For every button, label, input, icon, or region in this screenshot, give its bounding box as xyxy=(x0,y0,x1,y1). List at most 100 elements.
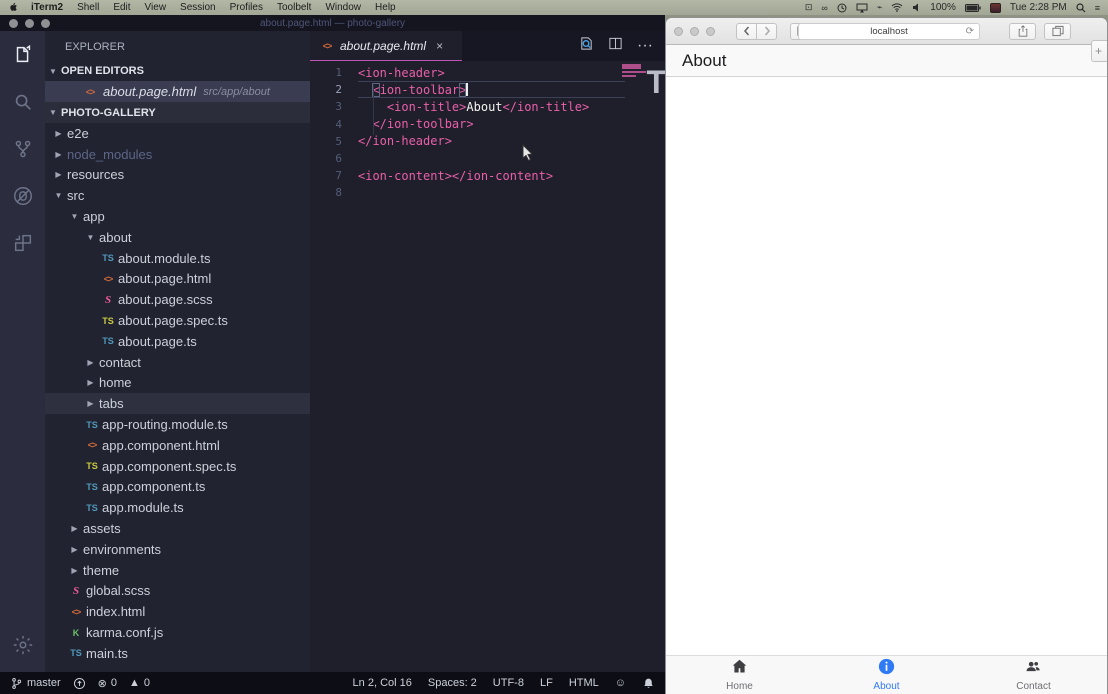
open-editor-item[interactable]: <> about.page.html src/app/about xyxy=(45,81,310,102)
wifi-icon[interactable] xyxy=(891,3,903,12)
tree-item-label: app.component.spec.ts xyxy=(102,459,236,474)
file-about.page.spec.ts[interactable]: TSabout.page.spec.ts xyxy=(45,310,310,331)
new-tab-button[interactable]: + xyxy=(1091,40,1108,62)
folder-theme[interactable]: ▶theme xyxy=(45,560,310,581)
file-global.scss[interactable]: Sglobal.scss xyxy=(45,581,310,602)
battery-icon[interactable] xyxy=(965,4,981,12)
encoding[interactable]: UTF-8 xyxy=(493,677,524,689)
close-window-button[interactable] xyxy=(674,27,683,36)
zoom-window-button[interactable] xyxy=(706,27,715,36)
eol-sequence[interactable]: LF xyxy=(540,677,553,689)
file-main.ts[interactable]: TSmain.ts xyxy=(45,643,310,664)
file-app.component.html[interactable]: <>app.component.html xyxy=(45,435,310,456)
code-line-4[interactable]: 4 </ion-toolbar> xyxy=(310,116,665,133)
menu-window[interactable]: Window xyxy=(325,2,361,13)
cursor-position[interactable]: Ln 2, Col 16 xyxy=(353,677,412,689)
menu-profiles[interactable]: Profiles xyxy=(230,2,263,13)
folder-app[interactable]: ▼app xyxy=(45,206,310,227)
code-line-1[interactable]: 1<ion-header> xyxy=(310,64,665,81)
file-index.html[interactable]: <>index.html xyxy=(45,601,310,622)
file-app.component.ts[interactable]: TSapp.component.ts xyxy=(45,477,310,498)
file-about.page.scss[interactable]: Sabout.page.scss xyxy=(45,289,310,310)
tab-home[interactable]: Home xyxy=(695,658,785,692)
file-karma.conf.js[interactable]: Kkarma.conf.js xyxy=(45,622,310,643)
git-branch-indicator[interactable]: master xyxy=(10,677,61,690)
line-number: 2 xyxy=(310,83,342,96)
binoculars-icon[interactable]: ∞ xyxy=(821,3,827,13)
menu-toolbelt[interactable]: Toolbelt xyxy=(277,2,311,13)
explorer-icon[interactable] xyxy=(0,31,45,78)
project-section-header[interactable]: ▼ PHOTO-GALLERY xyxy=(45,102,310,123)
folder-node_modules[interactable]: ▶node_modules xyxy=(45,144,310,165)
code-line-3[interactable]: 3 <ion-title>About</ion-title> xyxy=(310,98,665,115)
screen-record-icon[interactable]: ⊡ xyxy=(805,2,813,13)
feedback-smiley-icon[interactable]: ☺ xyxy=(615,677,626,689)
language-mode[interactable]: HTML xyxy=(569,677,599,689)
code-area[interactable]: 1<ion-header>2 <ion-toolbar>3 <ion-title… xyxy=(310,61,665,672)
publish-icon[interactable] xyxy=(73,677,86,690)
menu-view[interactable]: View xyxy=(145,2,167,13)
file-app.module.ts[interactable]: TSapp.module.ts xyxy=(45,497,310,518)
file-about.page.html[interactable]: <>about.page.html xyxy=(45,269,310,290)
folder-resources[interactable]: ▶resources xyxy=(45,165,310,186)
folder-environments[interactable]: ▶environments xyxy=(45,539,310,560)
more-actions-icon[interactable]: ··· xyxy=(637,37,653,55)
folder-src[interactable]: ▼src xyxy=(45,185,310,206)
open-changes-icon[interactable] xyxy=(579,36,594,56)
clock-icon[interactable] xyxy=(837,3,847,13)
back-button[interactable] xyxy=(736,23,757,40)
folder-about[interactable]: ▼about xyxy=(45,227,310,248)
file-about.page.ts[interactable]: TSabout.page.ts xyxy=(45,331,310,352)
folder-e2e[interactable]: ▶e2e xyxy=(45,123,310,144)
spotlight-icon[interactable] xyxy=(1076,3,1086,13)
menu-session[interactable]: Session xyxy=(180,2,216,13)
minimize-window-button[interactable] xyxy=(690,27,699,36)
close-tab-icon[interactable]: × xyxy=(436,39,443,53)
notifications-bell-icon[interactable] xyxy=(642,677,655,690)
app-status-icon[interactable] xyxy=(990,3,1001,13)
split-editor-icon[interactable] xyxy=(608,36,623,56)
warning-count[interactable]: ▲ 0 xyxy=(129,677,150,689)
tab-about-page-html[interactable]: <> about.page.html × xyxy=(310,31,462,61)
extensions-icon[interactable] xyxy=(0,219,45,266)
folder-home[interactable]: ▶home xyxy=(45,373,310,394)
forward-button[interactable] xyxy=(756,23,777,40)
source-control-icon[interactable] xyxy=(0,125,45,172)
tab-about[interactable]: About xyxy=(842,658,932,692)
code-line-5[interactable]: 5</ion-header> xyxy=(310,133,665,150)
notification-center-icon[interactable]: ≡ xyxy=(1095,3,1100,13)
file-about.module.ts[interactable]: TSabout.module.ts xyxy=(45,248,310,269)
reload-icon[interactable]: ⟳ xyxy=(966,26,974,37)
input-source-icon[interactable]: ⌁ xyxy=(877,2,882,13)
gear-icon[interactable] xyxy=(0,621,45,668)
indentation[interactable]: Spaces: 2 xyxy=(428,677,477,689)
open-editors-header[interactable]: ▼ OPEN EDITORS xyxy=(45,61,310,81)
vscode-title-bar[interactable]: about.page.html — photo-gallery xyxy=(0,15,665,31)
apple-menu-icon[interactable] xyxy=(8,2,19,13)
tree-item-label: main.ts xyxy=(86,646,128,661)
debug-icon[interactable] xyxy=(0,172,45,219)
folder-tabs[interactable]: ▶tabs xyxy=(45,393,310,414)
file-app.component.spec.ts[interactable]: TSapp.component.spec.ts xyxy=(45,456,310,477)
folder-assets[interactable]: ▶assets xyxy=(45,518,310,539)
menu-shell[interactable]: Shell xyxy=(77,2,99,13)
address-bar[interactable]: localhost ⟳ xyxy=(798,23,980,40)
active-app-name[interactable]: iTerm2 xyxy=(31,2,63,13)
code-line-6[interactable]: 6 xyxy=(310,150,665,167)
volume-icon[interactable] xyxy=(912,3,921,12)
menu-help[interactable]: Help xyxy=(375,2,396,13)
file-app-routing.module.ts[interactable]: TSapp-routing.module.ts xyxy=(45,414,310,435)
menu-edit[interactable]: Edit xyxy=(113,2,130,13)
code-line-8[interactable]: 8 xyxy=(310,184,665,201)
search-icon[interactable] xyxy=(0,78,45,125)
airplay-icon[interactable] xyxy=(856,3,868,13)
error-count[interactable]: ⊗ 0 xyxy=(98,677,117,690)
tab-overview-button[interactable] xyxy=(1044,23,1071,40)
tab-contact[interactable]: Contact xyxy=(989,658,1079,692)
menu-bar-clock[interactable]: Tue 2:28 PM xyxy=(1010,2,1067,13)
share-button[interactable] xyxy=(1009,23,1036,40)
code-line-7[interactable]: 7<ion-content></ion-content> xyxy=(310,167,665,184)
code-line-2[interactable]: 2 <ion-toolbar> xyxy=(310,81,665,98)
code-token: ion-toolbar xyxy=(380,83,459,97)
folder-contact[interactable]: ▶contact xyxy=(45,352,310,373)
